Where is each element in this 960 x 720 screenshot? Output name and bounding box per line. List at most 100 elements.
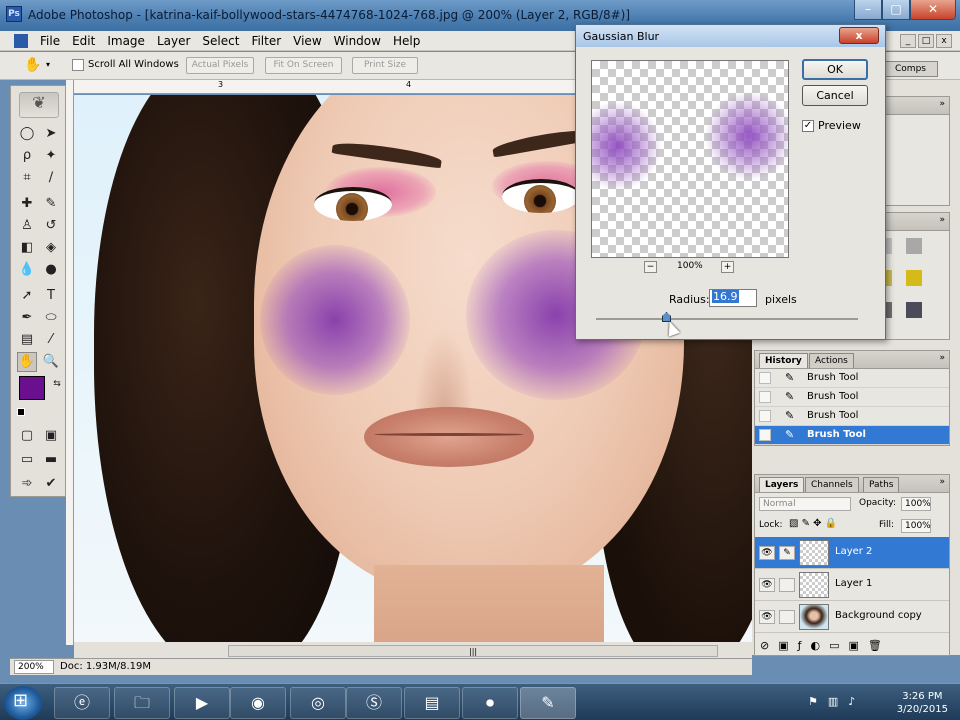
foreground-color-swatch[interactable]	[19, 376, 45, 400]
eye-icon[interactable]: 👁	[759, 546, 775, 560]
zoom-field[interactable]: 200%	[14, 660, 54, 674]
eraser-tool-icon[interactable]: ◧	[17, 238, 37, 258]
layer-row-background-copy[interactable]: 👁 Background copy	[755, 601, 949, 633]
notes-tool-icon[interactable]: ▤	[17, 330, 37, 350]
menu-help[interactable]: Help	[387, 34, 426, 48]
opacity-field[interactable]: 100%	[901, 497, 931, 511]
cancel-button[interactable]: Cancel	[802, 85, 868, 106]
type-tool-icon[interactable]: T	[41, 286, 61, 306]
chrome-icon[interactable]: ◎	[290, 687, 346, 719]
radius-slider-track[interactable]	[596, 318, 858, 320]
quick-mask-icon[interactable]: ▣	[41, 426, 61, 446]
layer-row-layer-2[interactable]: 👁 ✎ Layer 2	[755, 537, 949, 569]
eyedropper-icon[interactable]: ⁄	[41, 330, 61, 350]
path-select-icon[interactable]: ➚	[17, 286, 37, 306]
link-icon[interactable]	[779, 578, 795, 592]
firefox-icon[interactable]: ◉	[230, 687, 286, 719]
menu-window[interactable]: Window	[328, 34, 387, 48]
preview-checkbox[interactable]: ✓	[802, 120, 814, 132]
tab-paths[interactable]: Paths	[863, 477, 900, 492]
shape-tool-icon[interactable]: ⬭	[41, 308, 61, 328]
style-swatch[interactable]	[906, 270, 922, 286]
default-colors-icon[interactable]	[17, 408, 25, 416]
screen-mode-icon[interactable]: ▭	[17, 450, 37, 470]
recorder-icon[interactable]: ⏺	[462, 687, 518, 719]
radius-input[interactable]: 16.9	[709, 289, 757, 307]
eye-icon[interactable]: 👁	[759, 610, 775, 624]
clock[interactable]: 3:26 PM 3/20/2015	[897, 690, 948, 716]
history-item-selected[interactable]: ✎ Brush Tool	[755, 426, 949, 445]
close-button[interactable]: ✕	[910, 0, 956, 20]
print-size-button[interactable]: Print Size	[352, 57, 418, 74]
clone-stamp-icon[interactable]: ♙	[17, 216, 37, 236]
chevron-down-icon[interactable]: ▾	[46, 60, 50, 69]
menu-image[interactable]: Image	[101, 34, 151, 48]
brush-tool-icon[interactable]: ✎	[41, 194, 61, 214]
marquee-tool-icon[interactable]: ◯	[17, 124, 37, 144]
actual-pixels-button[interactable]: Actual Pixels	[186, 57, 254, 74]
photoshop-taskbar-icon[interactable]: ✎	[520, 687, 576, 719]
notes-app-icon[interactable]: ▤	[404, 687, 460, 719]
link-icon[interactable]	[779, 610, 795, 624]
lock-icons[interactable]: ▧ ✎ ✥ 🔒	[789, 518, 837, 529]
blend-mode-select[interactable]: Normal	[759, 497, 851, 511]
feather-icon[interactable]: ❦	[19, 92, 59, 118]
slice-tool-icon[interactable]: ∕	[41, 168, 61, 188]
history-source-box[interactable]	[759, 391, 771, 403]
dialog-close-button[interactable]: x	[839, 27, 879, 44]
fill-field[interactable]: 100%	[901, 519, 931, 533]
comps-palette-tab[interactable]: Comps	[883, 61, 938, 77]
full-screen-icon[interactable]: ▬	[41, 450, 61, 470]
explorer-icon[interactable]: 🗀	[114, 687, 170, 719]
media-player-icon[interactable]: ▶	[174, 687, 230, 719]
dodge-tool-icon[interactable]: ●	[41, 260, 61, 280]
system-tray[interactable]: ⚑ ▥ ♪	[808, 695, 855, 708]
menu-edit[interactable]: Edit	[66, 34, 101, 48]
doc-restore-button[interactable]: □	[918, 34, 934, 48]
zoom-in-button[interactable]: +	[721, 261, 734, 273]
zoom-tool-icon[interactable]: 🔍	[41, 352, 61, 372]
document-icon[interactable]	[14, 33, 28, 48]
skype-icon[interactable]: Ⓢ	[346, 687, 402, 719]
palette-menu-icon[interactable]: »	[939, 99, 945, 109]
hand-tool-icon[interactable]: ✋	[17, 352, 37, 372]
history-source-box[interactable]	[759, 429, 771, 441]
doc-minimize-button[interactable]: _	[900, 34, 916, 48]
tab-actions[interactable]: Actions	[809, 353, 854, 368]
eye-icon[interactable]: 👁	[759, 578, 775, 592]
menu-select[interactable]: Select	[196, 34, 245, 48]
horizontal-scrollbar[interactable]: |||	[228, 645, 718, 657]
history-item[interactable]: ✎ Brush Tool	[755, 407, 949, 426]
start-button[interactable]	[4, 686, 42, 720]
healing-brush-icon[interactable]: ✚	[17, 194, 37, 214]
tab-history[interactable]: History	[759, 353, 808, 368]
maximize-button[interactable]: □	[882, 0, 910, 20]
pen-tool-icon[interactable]: ✒	[17, 308, 37, 328]
ie-icon[interactable]: ⓔ	[54, 687, 110, 719]
history-source-box[interactable]	[759, 410, 771, 422]
menu-filter[interactable]: Filter	[245, 34, 287, 48]
hand-tool-icon[interactable]: ✋	[24, 57, 41, 73]
layer-row-layer-1[interactable]: 👁 Layer 1	[755, 569, 949, 601]
layer-actions-bar[interactable]: ⊘▣ƒ◐▭▣🗑	[760, 639, 950, 655]
zoom-out-button[interactable]: −	[644, 261, 657, 273]
history-brush-icon[interactable]: ↺	[41, 216, 61, 236]
menu-view[interactable]: View	[287, 34, 327, 48]
tab-channels[interactable]: Channels	[805, 477, 859, 492]
menu-layer[interactable]: Layer	[151, 34, 196, 48]
doc-close-button[interactable]: x	[936, 34, 952, 48]
move-tool-icon[interactable]: ➤	[41, 124, 61, 144]
tab-layers[interactable]: Layers	[759, 477, 805, 492]
palette-menu-icon[interactable]: »	[939, 477, 945, 487]
palette-menu-icon[interactable]: »	[939, 353, 945, 363]
style-swatch[interactable]	[906, 302, 922, 318]
jump-icon[interactable]: ✔	[41, 474, 61, 494]
standard-mode-icon[interactable]: ▢	[17, 426, 37, 446]
scroll-all-windows-checkbox[interactable]	[72, 59, 84, 71]
palette-menu-icon[interactable]: »	[939, 215, 945, 225]
crop-tool-icon[interactable]: ⌗	[17, 168, 37, 188]
history-item[interactable]: ✎ Brush Tool	[755, 388, 949, 407]
brush-link-icon[interactable]: ✎	[779, 546, 795, 560]
magic-wand-icon[interactable]: ✦	[41, 146, 61, 166]
swap-colors-icon[interactable]: ⇆	[47, 374, 67, 394]
